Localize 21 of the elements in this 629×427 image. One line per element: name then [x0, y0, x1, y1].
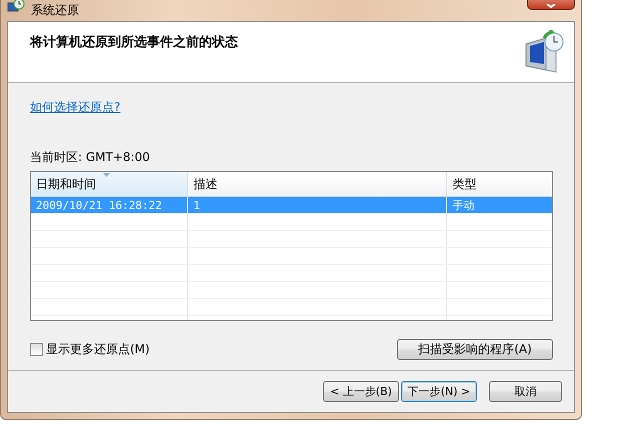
- checkbox-box[interactable]: [30, 343, 43, 356]
- table-cell: 2009/10/21 16:28:22: [36, 198, 162, 212]
- table-cell: 1: [193, 198, 200, 212]
- column-header[interactable]: 类型: [447, 172, 552, 196]
- column-header[interactable]: 描述: [188, 172, 448, 196]
- window-title: 系统还原: [31, 2, 79, 19]
- table-cell: 手动: [452, 198, 474, 212]
- column-label: 描述: [193, 176, 218, 192]
- help-link[interactable]: 如何选择还原点?: [30, 99, 120, 116]
- next-button[interactable]: 下一步(N) >: [401, 381, 477, 402]
- column-label: 类型: [452, 176, 476, 192]
- page-heading: 将计算机还原到所选事件之前的状态: [30, 34, 238, 52]
- close-icon: [546, 4, 556, 9]
- scan-programs-button[interactable]: 扫描受影响的程序(A): [397, 339, 553, 360]
- back-button[interactable]: < 上一步(B): [323, 381, 399, 402]
- timezone-label: 当前时区: GMT+8:00: [30, 149, 151, 166]
- column-label: 日期和时间: [36, 176, 96, 192]
- close-button[interactable]: [527, 0, 575, 10]
- column-header[interactable]: 日期和时间: [31, 172, 188, 196]
- sort-arrow-icon: [103, 173, 110, 177]
- cancel-button[interactable]: 取消: [489, 381, 562, 402]
